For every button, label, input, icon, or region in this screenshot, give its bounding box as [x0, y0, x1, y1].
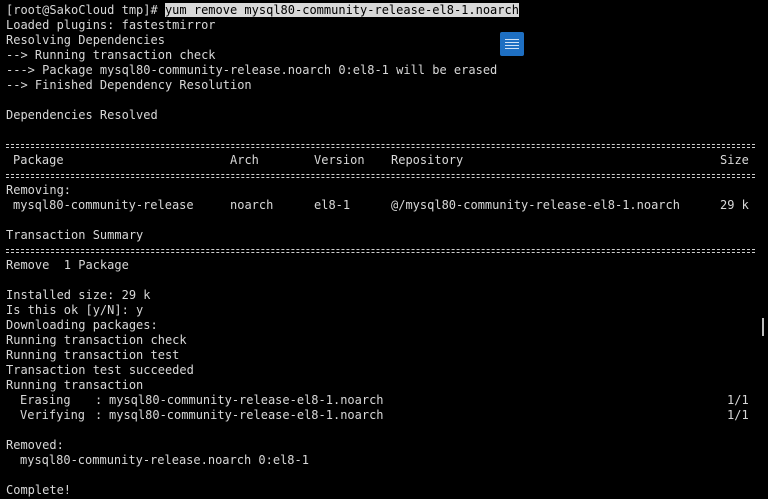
table-rule — [6, 168, 768, 183]
action-verb: Erasing — [20, 393, 71, 407]
output-line: --> Finished Dependency Resolution — [6, 78, 252, 92]
action-separator: : — [95, 408, 103, 422]
output-line: Installed size: 29 k — [6, 288, 151, 302]
shell-prompt: [root@SakoCloud tmp]# — [6, 3, 165, 17]
action-target: mysql80-community-release-el8-1.noarch — [109, 408, 384, 422]
cell-size: 29 k — [720, 198, 749, 212]
table-header-row: Package Arch Version Repository Size — [6, 153, 768, 168]
action-row: Erasing : mysql80-community-release-el8-… — [6, 393, 768, 408]
header-package: Package — [13, 153, 64, 167]
action-row: Verifying : mysql80-community-release-el… — [6, 408, 768, 423]
scrollbar-handle[interactable] — [762, 318, 764, 336]
header-repository: Repository — [391, 153, 464, 167]
output-line: Downloading packages: — [6, 318, 158, 332]
cell-package: mysql80-community-release — [13, 198, 194, 212]
output-line: Running transaction — [6, 378, 144, 392]
action-separator: : — [95, 393, 103, 407]
selected-command[interactable]: yum remove mysql80-community-release-el8… — [164, 3, 519, 17]
removed-item: mysql80-community-release.noarch 0:el8-1 — [20, 453, 309, 467]
summary-line: Remove 1 Package — [6, 258, 129, 272]
output-line: Running transaction test — [6, 348, 180, 362]
output-line: Loaded plugins: fastestmirror — [6, 18, 216, 32]
complete-message: Complete! — [6, 483, 72, 497]
output-line: Is this ok [y/N]: y — [6, 303, 144, 317]
cell-repository: @/mysql80-community-release-el8-1.noarch — [391, 198, 680, 212]
action-progress: 1/1 — [727, 393, 749, 407]
output-line: Dependencies Resolved — [6, 108, 158, 122]
removed-row: mysql80-community-release.noarch 0:el8-1 — [6, 453, 768, 468]
cell-version: el8-1 — [314, 198, 351, 212]
output-line: Running transaction check — [6, 333, 187, 347]
table-rule — [6, 243, 768, 258]
section-label: Removing: — [6, 183, 72, 197]
action-progress: 1/1 — [727, 408, 749, 422]
table-row: mysql80-community-release noarch el8-1 @… — [6, 198, 768, 213]
terminal-output[interactable]: [root@SakoCloud tmp]# yum remove mysql80… — [6, 3, 768, 499]
output-line: Resolving Dependencies — [6, 33, 165, 47]
output-line: ---> Package mysql80-community-release.n… — [6, 63, 498, 77]
summary-title: Transaction Summary — [6, 228, 144, 242]
table-rule — [6, 138, 768, 153]
output-line: Transaction test succeeded — [6, 363, 194, 377]
header-size: Size — [720, 153, 749, 167]
command-line: [root@SakoCloud tmp]# yum remove mysql80… — [6, 3, 768, 18]
header-version: Version — [314, 153, 365, 167]
header-arch: Arch — [230, 153, 259, 167]
action-verb: Verifying — [20, 408, 86, 422]
output-line: --> Running transaction check — [6, 48, 216, 62]
removed-label: Removed: — [6, 438, 64, 452]
cell-arch: noarch — [230, 198, 274, 212]
document-icon[interactable] — [500, 32, 524, 56]
action-target: mysql80-community-release-el8-1.noarch — [109, 393, 384, 407]
